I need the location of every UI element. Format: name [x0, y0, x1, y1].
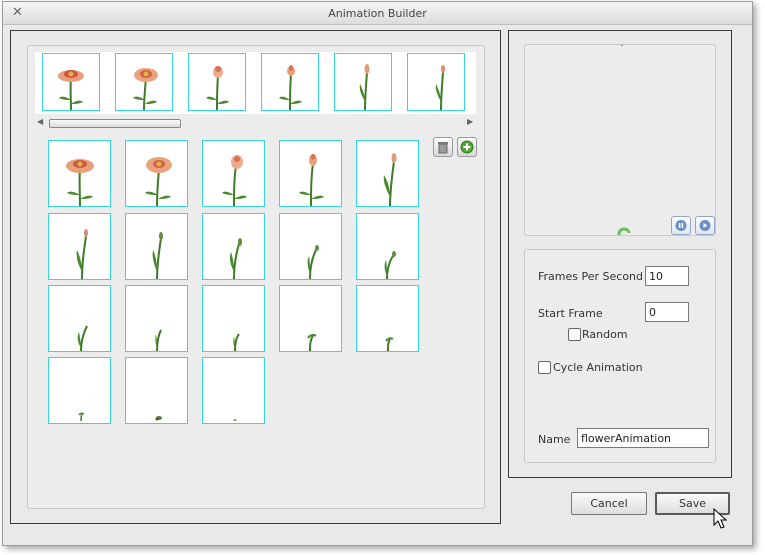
- pause-button[interactable]: [671, 216, 691, 235]
- frames-container: ◀ ▶: [27, 45, 485, 509]
- fps-label: Frames Per Second: [538, 270, 644, 283]
- frame-cell[interactable]: [356, 213, 419, 280]
- preview-canvas: [617, 45, 631, 235]
- frame-cell[interactable]: [125, 140, 188, 207]
- preview-settings-panel: Frames Per Second Start Frame Random Cyc…: [508, 30, 732, 478]
- frame-cell[interactable]: [356, 285, 419, 352]
- scroll-left-icon[interactable]: ◀: [37, 117, 43, 126]
- strip-frame[interactable]: [334, 53, 392, 111]
- random-label: Random: [582, 328, 628, 341]
- pause-icon: [675, 220, 687, 231]
- frame-strip-scrollbar[interactable]: ◀ ▶: [35, 117, 476, 128]
- frame-cell[interactable]: [48, 140, 111, 207]
- window-title: Animation Builder: [328, 7, 427, 20]
- frame-cell[interactable]: [48, 285, 111, 352]
- play-icon: [699, 220, 711, 231]
- strip-frame[interactable]: [115, 53, 173, 111]
- frame-cell[interactable]: [279, 285, 342, 352]
- play-button[interactable]: [695, 216, 715, 235]
- animation-name-input[interactable]: [577, 428, 709, 448]
- strip-frame[interactable]: [188, 53, 246, 111]
- trash-icon: [438, 142, 448, 154]
- frame-cell[interactable]: [202, 285, 265, 352]
- strip-frame[interactable]: [42, 53, 100, 111]
- frame-cell[interactable]: [202, 213, 265, 280]
- frame-cell[interactable]: [48, 213, 111, 280]
- frame-cell[interactable]: [125, 285, 188, 352]
- cycle-animation-checkbox[interactable]: [538, 361, 551, 374]
- random-checkbox[interactable]: [568, 328, 581, 341]
- add-frame-button[interactable]: [457, 137, 477, 157]
- frame-cell[interactable]: [125, 357, 188, 424]
- frame-cell[interactable]: [202, 140, 265, 207]
- delete-frame-button[interactable]: [433, 137, 453, 157]
- cycle-animation-label: Cycle Animation: [553, 361, 643, 374]
- strip-frame[interactable]: [407, 53, 465, 111]
- frame-cell[interactable]: [356, 140, 419, 207]
- start-frame-label: Start Frame: [538, 307, 603, 320]
- frame-cell[interactable]: [125, 213, 188, 280]
- start-frame-input[interactable]: [645, 302, 689, 322]
- strip-frame[interactable]: [261, 53, 319, 111]
- scrollbar-thumb[interactable]: [49, 119, 181, 128]
- frames-panel: ◀ ▶: [10, 30, 501, 524]
- frame-cell[interactable]: [202, 357, 265, 424]
- animation-preview: [524, 44, 716, 236]
- frame-cell[interactable]: [279, 140, 342, 207]
- scroll-right-icon[interactable]: ▶: [467, 117, 473, 126]
- add-icon: [460, 140, 474, 154]
- name-label: Name: [538, 433, 571, 446]
- mouse-cursor-icon: [713, 508, 728, 529]
- title-bar: ✕ Animation Builder: [3, 2, 752, 25]
- frame-cell[interactable]: [279, 213, 342, 280]
- animation-settings: Frames Per Second Start Frame Random Cyc…: [524, 249, 716, 463]
- fps-input[interactable]: [645, 266, 689, 286]
- frame-strip[interactable]: [35, 52, 476, 114]
- frame-cell[interactable]: [48, 357, 111, 424]
- cancel-button[interactable]: Cancel: [571, 492, 647, 515]
